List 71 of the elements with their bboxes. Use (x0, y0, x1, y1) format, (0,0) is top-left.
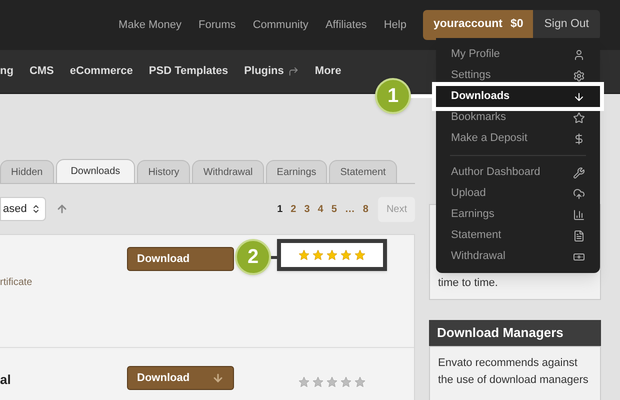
item-note: rtificate (0, 276, 34, 290)
star-icon (326, 249, 338, 261)
sign-out-button[interactable]: Sign Out (533, 10, 600, 40)
download-icon (573, 90, 585, 102)
category-nav-link[interactable]: ng (0, 63, 14, 80)
managers-text: Envato recommends against the use of download managers (438, 356, 590, 388)
star-icon (298, 249, 310, 261)
item-title[interactable]: al (0, 370, 127, 390)
tab[interactable]: History (137, 160, 190, 183)
star-icon (354, 249, 366, 261)
star-icon (340, 376, 352, 388)
top-nav-link[interactable]: Community (252, 16, 308, 34)
tab[interactable]: Downloads (56, 159, 136, 183)
menu-item[interactable]: Earnings (436, 204, 600, 225)
bar-chart-icon (573, 208, 585, 220)
page-link[interactable]: 4 (318, 202, 324, 216)
sort-select[interactable]: ased (0, 197, 46, 221)
star-icon (573, 112, 585, 124)
page-link[interactable]: 2 (290, 202, 296, 216)
download-button[interactable]: Download (127, 366, 234, 390)
document-icon (573, 230, 585, 242)
category-nav-link[interactable]: CMS (29, 63, 54, 80)
top-nav-link[interactable]: Help (384, 16, 406, 34)
page-link[interactable]: … (344, 202, 355, 216)
stepper-icon (30, 204, 41, 214)
category-nav-link[interactable]: eCommerce (70, 63, 133, 80)
tab[interactable]: Earnings (266, 160, 328, 183)
page-link[interactable]: 8 (362, 202, 368, 216)
page-link[interactable]: 1 (277, 202, 283, 216)
menu-item[interactable]: Bookmarks (436, 107, 600, 128)
top-nav-link[interactable]: Affiliates (325, 16, 367, 34)
menu-item[interactable]: Upload (436, 183, 600, 204)
sidebar-text: time to time. (438, 276, 498, 290)
tab[interactable]: Statement (329, 160, 397, 183)
menu-item[interactable]: Statement (436, 225, 600, 246)
star-icon (326, 376, 338, 388)
tab[interactable]: Withdrawal (192, 160, 264, 183)
menu-item[interactable]: Downloads (436, 86, 600, 107)
star-icon (298, 376, 310, 388)
callout-badge: 2 (235, 239, 271, 275)
upload-icon (573, 188, 585, 200)
star-icon (312, 376, 324, 388)
wrench-icon (573, 166, 585, 178)
menu-item[interactable]: Withdrawal (436, 246, 600, 267)
star-icon (354, 376, 366, 388)
category-nav-link[interactable]: Plugins (244, 63, 299, 80)
star-icon (340, 249, 352, 261)
tab[interactable]: Hidden (0, 160, 54, 183)
gear-icon (573, 70, 585, 82)
arrow-down-icon (212, 372, 224, 384)
page-link[interactable]: 5 (331, 202, 337, 216)
managers-header: Download Managers (429, 320, 601, 346)
menu-item[interactable]: Make a Deposit (436, 128, 600, 149)
menu-item[interactable]: My Profile (436, 44, 600, 65)
category-nav-link[interactable]: More (314, 63, 342, 80)
account-button[interactable]: youraccount $0 (423, 10, 534, 40)
menu-item[interactable]: Settings (436, 65, 600, 86)
user-icon (573, 48, 585, 60)
top-nav-link[interactable]: Make Money (118, 16, 182, 34)
arrow-icon (288, 66, 299, 77)
page-link[interactable]: 3 (304, 202, 310, 216)
category-nav-link[interactable]: PSD Templates (148, 63, 228, 80)
menu-item[interactable]: Author Dashboard (436, 162, 600, 183)
dollar-icon (573, 132, 585, 144)
callout-badge: 1 (375, 78, 411, 114)
top-nav-link[interactable]: Forums (198, 16, 236, 34)
sort-direction-icon[interactable] (56, 203, 68, 215)
leader-line (411, 94, 432, 98)
banknote-icon (573, 250, 585, 262)
download-button[interactable]: Download (127, 247, 234, 271)
star-icon (312, 249, 324, 261)
